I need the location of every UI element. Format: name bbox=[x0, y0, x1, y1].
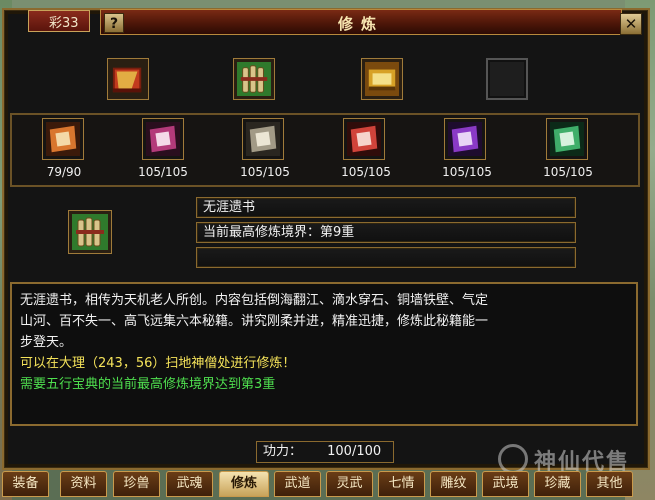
selected-book-slot[interactable] bbox=[68, 210, 112, 254]
book-name-field: 无涯遗书 bbox=[196, 197, 576, 218]
purple-scroll-icon bbox=[448, 122, 482, 156]
tab-collection[interactable]: 珍藏 bbox=[534, 471, 581, 497]
book-slot-3[interactable] bbox=[361, 58, 403, 100]
realm-field: 当前最高修炼境界：第9重 bbox=[196, 222, 576, 243]
help-button[interactable]: ? bbox=[104, 13, 124, 33]
tab-spirit-weapon[interactable]: 灵武 bbox=[326, 471, 373, 497]
scroll-count-4: 105/105 bbox=[341, 165, 391, 179]
power-value: 100/100 bbox=[327, 444, 382, 459]
side-tab-label: 彩33 bbox=[49, 15, 79, 31]
description-line-1: 无涯遗书，相传为天机老人所创。内容包括倒海翻江、滴水穿石、铜墙铁壁、气定 bbox=[20, 293, 489, 308]
green-scroll-icon bbox=[550, 122, 584, 156]
bamboo-scroll-icon bbox=[72, 214, 108, 250]
tab-martial-realm[interactable]: 武境 bbox=[482, 471, 529, 497]
requirement-text: 需要五行宝典的当前最高修炼境界达到第3重 bbox=[20, 377, 276, 392]
scroll-slot-4[interactable] bbox=[343, 118, 385, 160]
tab-engraving[interactable]: 雕纹 bbox=[430, 471, 477, 497]
book-slot-4-empty[interactable] bbox=[486, 58, 528, 100]
description-line-2: 山河、百不失一、高飞远集六本秘籍。讲究刚柔并进，精准迅捷，修炼此秘籍能一 bbox=[20, 314, 489, 329]
book-slot-1[interactable] bbox=[107, 58, 149, 100]
window-title: 修炼 bbox=[337, 15, 384, 33]
red-book-icon bbox=[112, 67, 142, 93]
power-display: 功力： 100/100 bbox=[256, 441, 394, 463]
side-tab[interactable]: 彩33 bbox=[28, 10, 90, 32]
scroll-slot-3[interactable] bbox=[242, 118, 284, 160]
title-bar[interactable]: 修炼 bbox=[100, 9, 622, 35]
scroll-slot-1[interactable] bbox=[42, 118, 84, 160]
scroll-count-1: 79/90 bbox=[46, 165, 82, 179]
tab-martial-soul[interactable]: 武魂 bbox=[166, 471, 213, 497]
description-box: 无涯遗书，相传为天机老人所创。内容包括倒海翻江、滴水穿石、铜墙铁壁、气定 山河、… bbox=[10, 282, 638, 426]
tab-seven-emotions[interactable]: 七情 bbox=[378, 471, 425, 497]
magenta-scroll-icon bbox=[146, 122, 180, 156]
scroll-count-5: 105/105 bbox=[442, 165, 492, 179]
silver-scroll-icon bbox=[246, 122, 280, 156]
orange-scroll-icon bbox=[46, 122, 80, 156]
power-label: 功力： bbox=[263, 444, 303, 459]
watermark-logo-icon bbox=[498, 444, 528, 474]
scroll-slot-6[interactable] bbox=[546, 118, 588, 160]
bottom-tab-bar: 装备 资料 珍兽 武魂 修炼 武道 灵武 七情 雕纹 武境 珍藏 其他 bbox=[0, 471, 655, 498]
description-line-3: 步登天。 bbox=[20, 335, 73, 350]
bamboo-scroll-icon bbox=[237, 62, 271, 96]
scroll-count-3: 105/105 bbox=[240, 165, 290, 179]
scroll-slot-2[interactable] bbox=[142, 118, 184, 160]
scroll-slot-5[interactable] bbox=[444, 118, 486, 160]
scroll-count-6: 105/105 bbox=[543, 165, 593, 179]
red-scroll-icon bbox=[347, 122, 381, 156]
scroll-count-2: 105/105 bbox=[138, 165, 188, 179]
book-slot-2[interactable] bbox=[233, 58, 275, 100]
tab-martial-way[interactable]: 武道 bbox=[274, 471, 321, 497]
tab-profile[interactable]: 资料 bbox=[60, 471, 107, 497]
close-button[interactable]: ✕ bbox=[620, 13, 642, 35]
tab-cultivation[interactable]: 修炼 bbox=[219, 471, 269, 497]
tab-pets[interactable]: 珍兽 bbox=[113, 471, 160, 497]
gold-book-icon bbox=[365, 62, 399, 96]
tab-equipment[interactable]: 装备 bbox=[2, 471, 49, 497]
tab-other[interactable]: 其他 bbox=[586, 471, 633, 497]
location-hint: 可以在大理（243，56）扫地神僧处进行修炼！ bbox=[20, 356, 296, 371]
extra-field bbox=[196, 247, 576, 268]
